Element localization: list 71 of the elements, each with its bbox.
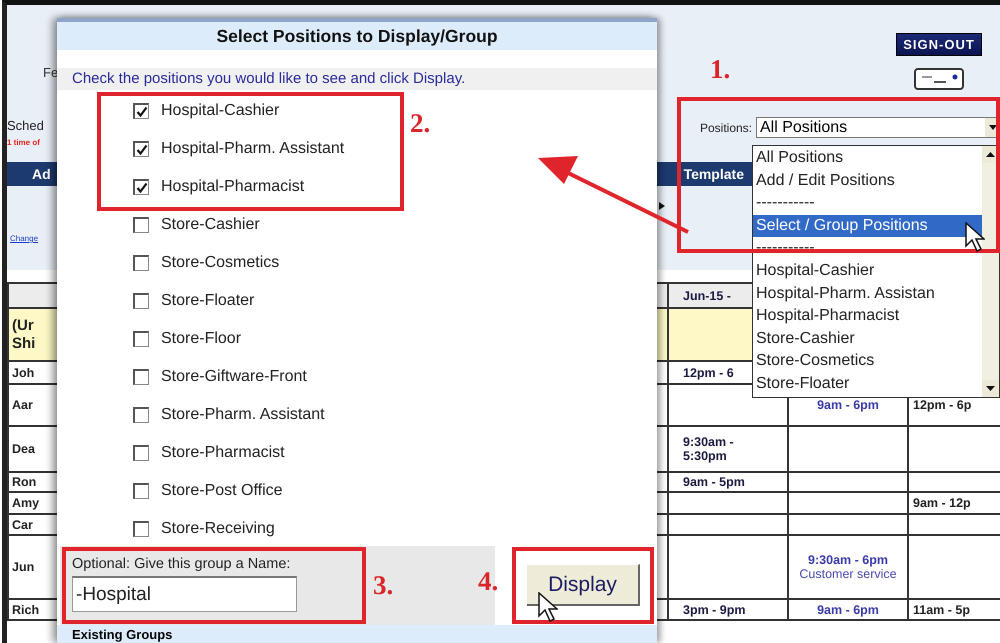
existing-groups-heading: Existing Groups xyxy=(57,625,657,643)
employee-name: Joh xyxy=(12,366,34,380)
position-label: Store-Pharmacist xyxy=(161,444,285,462)
cursor-icon xyxy=(965,222,985,252)
list-option[interactable]: Store-Cashier xyxy=(753,328,982,350)
position-label: Store-Giftware-Front xyxy=(161,368,307,386)
schedule-label: Sched xyxy=(7,118,44,133)
list-option[interactable]: Hospital-Pharmacist xyxy=(753,305,982,328)
date-header: Jun-15 - xyxy=(683,288,731,302)
nav-item[interactable]: Template xyxy=(684,166,744,182)
checkbox[interactable] xyxy=(133,103,149,119)
position-label: Store-Pharm. Assistant xyxy=(161,406,325,424)
positions-label: Positions: xyxy=(700,120,752,135)
checkbox[interactable] xyxy=(133,445,149,461)
group-label: (Ur Shi xyxy=(12,317,36,352)
checkbox[interactable] xyxy=(133,483,149,499)
display-button[interactable]: Display xyxy=(527,564,640,606)
employee-name: Aar xyxy=(12,398,33,412)
instruction-text: Check the positions you would like to see and click Display. xyxy=(57,68,657,90)
position-label: Hospital-Cashier xyxy=(161,102,280,120)
card-icon xyxy=(914,68,964,90)
position-label: Store-Floor xyxy=(161,330,242,348)
dialog-title: Select Positions to Display/Group xyxy=(57,22,657,50)
checkbox[interactable] xyxy=(133,407,149,423)
checkmark-icon xyxy=(136,106,148,117)
checkbox[interactable] xyxy=(133,217,149,233)
checkbox[interactable] xyxy=(133,331,149,347)
employee-name: Dea xyxy=(12,442,35,456)
checkbox[interactable] xyxy=(133,255,149,271)
employee-name: Car xyxy=(12,518,33,532)
position-label: Store-Cashier xyxy=(161,216,260,234)
employee-name: Ron xyxy=(12,475,36,489)
notice-text: 1 time of xyxy=(7,138,41,147)
position-label: Hospital-Pharm. Assistant xyxy=(161,140,344,158)
group-name-field[interactable]: -Hospital xyxy=(72,576,297,612)
checkbox[interactable] xyxy=(133,179,149,195)
list-option[interactable]: ----------- xyxy=(753,192,982,215)
position-label: Store-Cosmetics xyxy=(161,254,280,272)
shift-time[interactable]: 9:30am - 6pm xyxy=(808,553,888,567)
page-heading: Fe xyxy=(42,64,58,82)
employee-name: Jun xyxy=(12,560,34,574)
sign-out-button[interactable]: SIGN-OUT xyxy=(896,33,982,56)
employee-name: Amy xyxy=(12,496,40,510)
group-name-label: Optional: Give this group a Name: xyxy=(72,556,292,572)
checkbox[interactable] xyxy=(133,369,149,385)
employee-name: Rich xyxy=(12,602,40,616)
checkbox[interactable] xyxy=(133,521,149,537)
checkbox[interactable] xyxy=(133,141,149,157)
list-option[interactable]: Hospital-Cashier xyxy=(753,260,982,283)
step-number: 4. xyxy=(478,566,498,597)
step-number: 1. xyxy=(710,54,730,85)
position-label: Store-Floater xyxy=(161,292,254,310)
position-label: Store-Receiving xyxy=(161,520,275,538)
list-option[interactable]: Add / Edit Positions xyxy=(753,170,982,192)
step-number: 3. xyxy=(373,570,394,601)
step-number: 2. xyxy=(410,108,430,139)
list-option[interactable]: Store-Floater xyxy=(753,372,982,396)
checkmark-icon xyxy=(136,182,148,193)
list-option[interactable]: Store-Cosmetics xyxy=(753,350,982,373)
list-option[interactable]: All Positions xyxy=(753,147,982,170)
position-label: Hospital-Pharmacist xyxy=(161,178,304,196)
shift-note: Customer service xyxy=(798,567,898,581)
checkbox[interactable] xyxy=(133,293,149,309)
checkmark-icon xyxy=(136,144,148,155)
nav-item[interactable]: Ad xyxy=(32,166,51,182)
list-option[interactable]: Select / Group Positions xyxy=(753,214,982,238)
caret-icon xyxy=(659,202,665,210)
list-option[interactable]: Hospital-Pharm. Assistan xyxy=(753,282,982,306)
position-label: Store-Post Office xyxy=(161,482,283,500)
shift-time[interactable]: 9am - 6pm xyxy=(817,398,879,412)
scrollbar[interactable] xyxy=(982,146,999,397)
